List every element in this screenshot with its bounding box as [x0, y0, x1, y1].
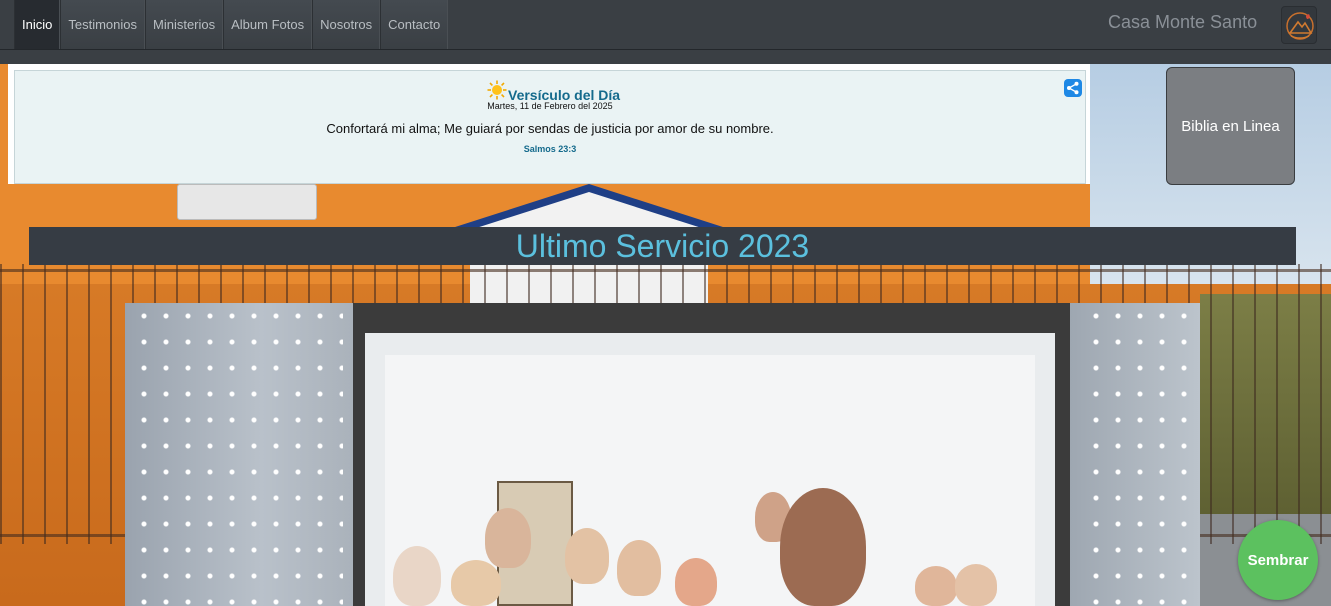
congregation-group — [385, 488, 1035, 606]
verse-date: Martes, 11 de Febrero del 2025 — [487, 101, 613, 111]
service-banner: Ultimo Servicio 2023 — [29, 227, 1296, 265]
nav-item-testimonios[interactable]: Testimonios — [60, 0, 145, 49]
top-navbar: Inicio Testimonios Ministerios Album Fot… — [0, 0, 1331, 50]
person — [565, 528, 609, 584]
nav-list: Inicio Testimonios Ministerios Album Fot… — [14, 0, 449, 49]
person — [485, 508, 531, 568]
sun-icon — [487, 80, 507, 100]
service-photo — [125, 303, 1200, 606]
person — [780, 488, 866, 606]
person — [955, 564, 997, 606]
share-icon[interactable] — [1064, 79, 1082, 97]
person — [915, 566, 957, 606]
verse-text: Confortará mi alma; Me guiará por sendas… — [326, 121, 774, 136]
string-lights-right — [1085, 303, 1195, 606]
person — [617, 540, 661, 596]
nav-item-contacto[interactable]: Contacto — [380, 0, 449, 49]
roof-gable — [470, 192, 708, 230]
person — [393, 546, 441, 606]
biblia-en-linea-button[interactable]: Biblia en Linea — [1166, 67, 1295, 185]
verse-reference[interactable]: Salmos 23:3 — [14, 144, 1086, 154]
sembrar-button[interactable]: Sembrar — [1238, 520, 1318, 600]
mountain-logo-icon[interactable] — [1281, 6, 1317, 44]
nav-item-album-fotos[interactable]: Album Fotos — [223, 0, 313, 49]
nav-item-nosotros[interactable]: Nosotros — [312, 0, 381, 49]
person — [675, 558, 717, 606]
nav-item-inicio[interactable]: Inicio — [14, 0, 61, 49]
nav-item-ministerios[interactable]: Ministerios — [145, 0, 224, 49]
air-conditioner — [177, 184, 317, 220]
fence-rail-top — [0, 269, 1331, 272]
navbar-shadow-band — [0, 50, 1331, 64]
person — [451, 560, 501, 606]
string-lights-left — [133, 303, 343, 606]
service-title: Ultimo Servicio 2023 — [515, 228, 810, 264]
brand-name[interactable]: Casa Monte Santo — [1108, 12, 1257, 33]
